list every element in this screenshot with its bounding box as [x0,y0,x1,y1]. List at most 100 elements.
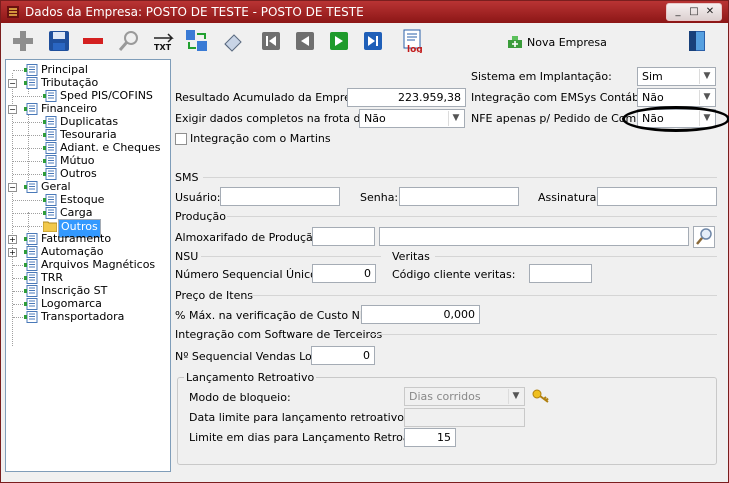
last-record-icon[interactable] [361,29,385,53]
tree-node-icon [24,259,38,271]
maximize-icon[interactable]: □ [686,4,702,20]
transfer-icon[interactable] [185,29,209,53]
collapse-icon[interactable]: − [8,105,17,114]
tree-item-label: Transportadora [41,310,125,323]
chevron-down-icon[interactable]: ▼ [699,69,714,84]
modo-label: Modo de bloqueio: [189,391,291,404]
resultado-field[interactable]: 223.959,38 [347,88,466,107]
senha-label: Senha: [360,191,399,204]
tree-item-9[interactable]: − Geral [6,180,166,194]
collapse-icon[interactable]: − [8,183,17,192]
veritas-label: Código cliente veritas: [392,268,516,281]
tree-item-18[interactable]: Logomarca [6,297,166,311]
assinatura-label: Assinatura: [538,191,601,204]
expand-icon[interactable]: + [8,248,17,257]
tree-item-15[interactable]: Arquivos Magnéticos [6,258,166,272]
key-icon[interactable] [532,388,550,404]
almox-code-field[interactable] [312,227,375,246]
tree-item-7[interactable]: Mútuo [6,154,166,168]
tree-item-2[interactable]: Sped PIS/COFINS [6,89,166,103]
assinatura-field[interactable] [597,187,717,206]
integracao-emsys-label: Integração com EMSys Contábil: [471,91,649,104]
tree-item-label: Adiant. e Cheques [60,141,161,154]
senha-field[interactable] [399,187,519,206]
tree-node-icon [24,181,38,193]
tree-item-8[interactable]: Outros [6,167,166,181]
almox-search-button[interactable] [693,226,715,248]
data-limite-field[interactable] [404,408,525,427]
tree-node-icon [24,272,38,284]
tree-item-13[interactable]: + Faturamento [6,232,166,246]
exigir-select[interactable]: Não ▼ [359,109,465,128]
chevron-down-icon[interactable]: ▼ [508,389,523,404]
tree-item-3[interactable]: − Financeiro [6,102,166,116]
vendas-field[interactable]: 0 [311,346,375,365]
tree-node-icon [24,298,38,310]
sistema-implantacao-value: Sim [642,70,663,83]
tree-item-label: TRR [41,271,64,284]
collapse-icon[interactable]: − [8,79,17,88]
tree-node-icon [43,207,57,219]
limite-dias-field[interactable]: 15 [404,428,456,447]
remove-icon[interactable] [81,29,105,53]
tree-item-10[interactable]: Estoque [6,193,166,207]
chevron-down-icon[interactable]: ▼ [699,90,714,105]
limite-dias-label: Limite em dias para Lançamento Retroativ… [189,431,434,444]
tree-item-17[interactable]: Inscrição ST [6,284,166,298]
window-title: Dados da Empresa: POSTO DE TESTE - POSTO… [25,5,364,19]
previous-record-icon[interactable] [293,29,317,53]
tree-item-1[interactable]: − Tributação [6,76,166,90]
modo-select[interactable]: Dias corridos ▼ [404,387,525,406]
log-icon[interactable]: log [401,29,425,53]
txt-export-icon[interactable]: TXT [151,29,175,53]
tree-node-icon [43,194,57,206]
sistema-implantacao-label: Sistema em Implantação: [471,70,612,83]
minimize-icon[interactable]: _ [670,4,686,20]
custo-field[interactable]: 0,000 [361,305,480,324]
martins-checkbox[interactable] [175,133,187,145]
tree-item-6[interactable]: Adiant. e Cheques [6,141,166,155]
tree-item-4[interactable]: Duplicatas [6,115,166,129]
veritas-field[interactable] [529,264,592,283]
new-company-button[interactable]: Nova Empresa [506,34,607,50]
chevron-down-icon[interactable]: ▼ [448,111,463,126]
next-record-icon[interactable] [327,29,351,53]
title-bar: Dados da Empresa: POSTO DE TESTE - POSTO… [1,1,728,23]
search-icon[interactable] [117,29,141,53]
integracao-terceiros-divider [371,334,717,335]
tree-item-label: Inscrição ST [41,284,108,297]
close-icon[interactable]: ✕ [702,4,718,20]
sistema-implantacao-select[interactable]: Sim ▼ [637,67,716,86]
usuario-label: Usuário: [175,191,221,204]
nsu-field[interactable]: 0 [312,264,376,283]
resultado-label: Resultado Acumulado da Empresa: [175,91,368,104]
add-icon[interactable] [11,29,35,53]
data-limite-label: Data limite para lançamento retroativo: [189,411,408,424]
preco-section-title: Preço de Itens [175,289,254,302]
expand-icon[interactable]: + [8,235,17,244]
tree-item-label: Faturamento [41,232,112,245]
tree-item-12[interactable]: Outros [6,219,166,238]
tree-item-0[interactable]: Principal [6,63,166,77]
tree-item-5[interactable]: Tesouraria [6,128,166,142]
preco-divider [249,295,717,296]
svg-text:TXT: TXT [154,43,172,52]
tree-node-icon [24,64,38,76]
almox-label: Almoxarifado de Produção: [175,231,324,244]
retro-group-title: Lançamento Retroativo [184,371,317,384]
eraser-icon[interactable] [221,29,245,53]
tree-item-11[interactable]: Carga [6,206,166,220]
tree-item-16[interactable]: TRR [6,271,166,285]
tree-item-14[interactable]: + Automação [6,245,166,259]
exit-door-icon[interactable] [685,29,709,53]
tree-node-icon [43,116,57,128]
almox-name-field[interactable] [379,227,689,246]
custo-label: % Máx. na verificação de Custo NFE: [175,309,377,322]
tree-item-19[interactable]: Transportadora [6,310,166,324]
tree-node-icon [24,246,38,258]
usuario-field[interactable] [220,187,340,206]
tree-node-icon [24,77,38,89]
save-icon[interactable] [47,29,71,53]
first-record-icon[interactable] [259,29,283,53]
integracao-emsys-select[interactable]: Não ▼ [637,88,716,107]
